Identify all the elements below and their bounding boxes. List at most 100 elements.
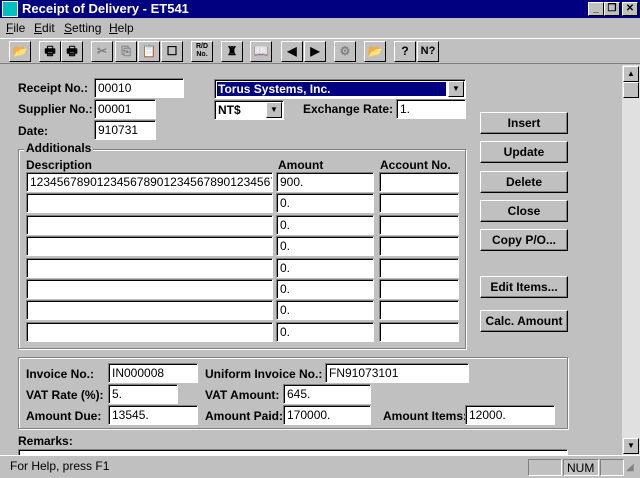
description-cell[interactable]: [26, 322, 273, 342]
supplier-no-field[interactable]: 00001: [94, 99, 156, 119]
toolbar: 📂 🖶 🖶 ✂ ⎘ 📋 ☐ R/D No. ♜ 📖 ◀ ▶ ⚙ 📂 ? N?: [0, 38, 640, 64]
account-no-cell[interactable]: [379, 322, 459, 342]
account-no-cell[interactable]: [379, 258, 459, 278]
status-help-text: For Help, press F1: [10, 459, 110, 473]
supplier-name-combo[interactable]: Torus Systems, Inc. ▼: [214, 79, 466, 99]
status-pane-num: NUM: [563, 459, 599, 476]
amount-items-field[interactable]: 12000.: [465, 405, 555, 425]
print-icon[interactable]: 🖶: [39, 41, 61, 62]
description-cell[interactable]: [26, 193, 273, 213]
date-label: Date:: [18, 124, 49, 138]
amount-cell[interactable]: 900.: [276, 172, 374, 192]
receipt-no-field[interactable]: 00010: [94, 78, 184, 98]
exchange-rate-field[interactable]: 1.: [396, 99, 466, 119]
account-no-cell[interactable]: [379, 236, 459, 256]
uniform-invoice-no-label: Uniform Invoice No.:: [205, 367, 323, 381]
copy-po-button[interactable]: Copy P/O...: [480, 229, 568, 251]
amount-cell[interactable]: 0.: [276, 258, 374, 278]
rd-no-icon[interactable]: R/D No.: [191, 41, 213, 62]
disabled-icon[interactable]: ⚙: [334, 41, 356, 62]
open-folder-icon[interactable]: 📂: [9, 41, 31, 62]
update-button[interactable]: Update: [480, 141, 568, 163]
cut-icon[interactable]: ✂: [91, 41, 113, 62]
supplier-name-value: Torus Systems, Inc.: [217, 82, 446, 96]
window-title: Receipt of Delivery - ET541: [22, 1, 189, 16]
account-no-header: Account No.: [380, 158, 451, 172]
context-help-icon[interactable]: N?: [417, 41, 439, 62]
exchange-rate-label: Exchange Rate:: [303, 102, 394, 116]
menu-setting[interactable]: Setting: [64, 21, 101, 35]
restore-button[interactable]: ❐: [604, 2, 620, 16]
additionals-group-label: Additionals: [24, 141, 94, 155]
next-icon[interactable]: ▶: [304, 41, 326, 62]
date-field[interactable]: 910731: [94, 120, 156, 140]
currency-combo[interactable]: NT$ ▼: [214, 100, 284, 120]
description-cell[interactable]: 1234567890123456789012345678901234567890: [26, 172, 273, 192]
invoice-no-label: Invoice No.:: [26, 367, 95, 381]
amount-cell[interactable]: 0.: [276, 279, 374, 299]
description-header: Description: [26, 158, 93, 172]
resize-grip-icon[interactable]: ◢: [626, 462, 634, 473]
amount-header: Amount: [278, 158, 324, 172]
scroll-down-icon[interactable]: ▼: [623, 438, 639, 454]
menu-help[interactable]: Help: [109, 21, 134, 35]
status-pane-scroll: [600, 459, 624, 476]
uniform-invoice-no-field[interactable]: FN91073101: [325, 363, 469, 383]
vat-amount-field[interactable]: 645.: [283, 384, 371, 404]
invoice-no-field[interactable]: IN000008: [108, 363, 198, 383]
amount-cell[interactable]: 0.: [276, 300, 374, 320]
tree-icon[interactable]: ♜: [221, 41, 243, 62]
scroll-up-icon[interactable]: ▲: [623, 66, 639, 82]
menu-file[interactable]: File: [6, 21, 25, 35]
delete-button[interactable]: Delete: [480, 171, 568, 193]
description-cell[interactable]: [26, 215, 273, 235]
open-file-icon[interactable]: 📂: [364, 41, 386, 62]
help-icon[interactable]: ?: [394, 41, 416, 62]
chevron-down-icon[interactable]: ▼: [448, 81, 464, 97]
copy-icon[interactable]: ⎘: [115, 41, 137, 62]
calc-amount-button[interactable]: Calc. Amount: [480, 310, 568, 332]
edit-items-button[interactable]: Edit Items...: [480, 276, 568, 298]
account-no-cell[interactable]: [379, 300, 459, 320]
account-no-cell[interactable]: [379, 193, 459, 213]
description-cell[interactable]: [26, 236, 273, 256]
status-pane-caps: [528, 459, 562, 476]
amount-cell[interactable]: 0.: [276, 215, 374, 235]
title-bar[interactable]: Receipt of Delivery - ET541 _ ❐ ✕: [0, 0, 640, 18]
close-window-button[interactable]: ✕: [622, 2, 638, 16]
account-no-cell[interactable]: [379, 279, 459, 299]
vertical-scrollbar[interactable]: ▲ ▼: [622, 65, 640, 455]
book-icon[interactable]: 📖: [250, 41, 272, 62]
receipt-no-label: Receipt No.:: [18, 81, 89, 95]
insert-button[interactable]: Insert: [480, 112, 568, 134]
account-no-cell[interactable]: [379, 172, 459, 192]
scroll-thumb[interactable]: [623, 82, 639, 98]
previous-icon[interactable]: ◀: [281, 41, 303, 62]
description-cell[interactable]: [26, 279, 273, 299]
amount-due-label: Amount Due:: [26, 409, 102, 423]
app-icon[interactable]: [2, 1, 18, 17]
print-preview-icon[interactable]: 🖶: [61, 41, 83, 62]
supplier-no-label: Supplier No.:: [18, 102, 93, 116]
amount-paid-label: Amount Paid:: [205, 409, 283, 423]
amount-paid-field[interactable]: 170000.: [283, 405, 371, 425]
account-no-cell[interactable]: [379, 215, 459, 235]
form-area: Receipt No.: 00010 Supplier No.: 00001 D…: [0, 65, 622, 455]
vat-rate-field[interactable]: 5.: [108, 384, 178, 404]
currency-value: NT$: [218, 103, 241, 117]
amount-cell[interactable]: 0.: [276, 322, 374, 342]
new-page-icon[interactable]: ☐: [161, 41, 183, 62]
amount-cell[interactable]: 0.: [276, 236, 374, 256]
amount-due-field[interactable]: 13545.: [108, 405, 198, 425]
description-cell[interactable]: [26, 300, 273, 320]
remarks-label: Remarks:: [18, 434, 73, 448]
paste-icon[interactable]: 📋: [138, 41, 160, 62]
amount-items-label: Amount Items:: [383, 409, 467, 423]
amount-cell[interactable]: 0.: [276, 193, 374, 213]
vat-rate-label: VAT Rate (%):: [26, 388, 104, 402]
description-cell[interactable]: [26, 258, 273, 278]
minimize-button[interactable]: _: [588, 2, 604, 16]
menu-edit[interactable]: Edit: [34, 21, 55, 35]
chevron-down-icon[interactable]: ▼: [266, 102, 282, 118]
close-button[interactable]: Close: [480, 200, 568, 222]
